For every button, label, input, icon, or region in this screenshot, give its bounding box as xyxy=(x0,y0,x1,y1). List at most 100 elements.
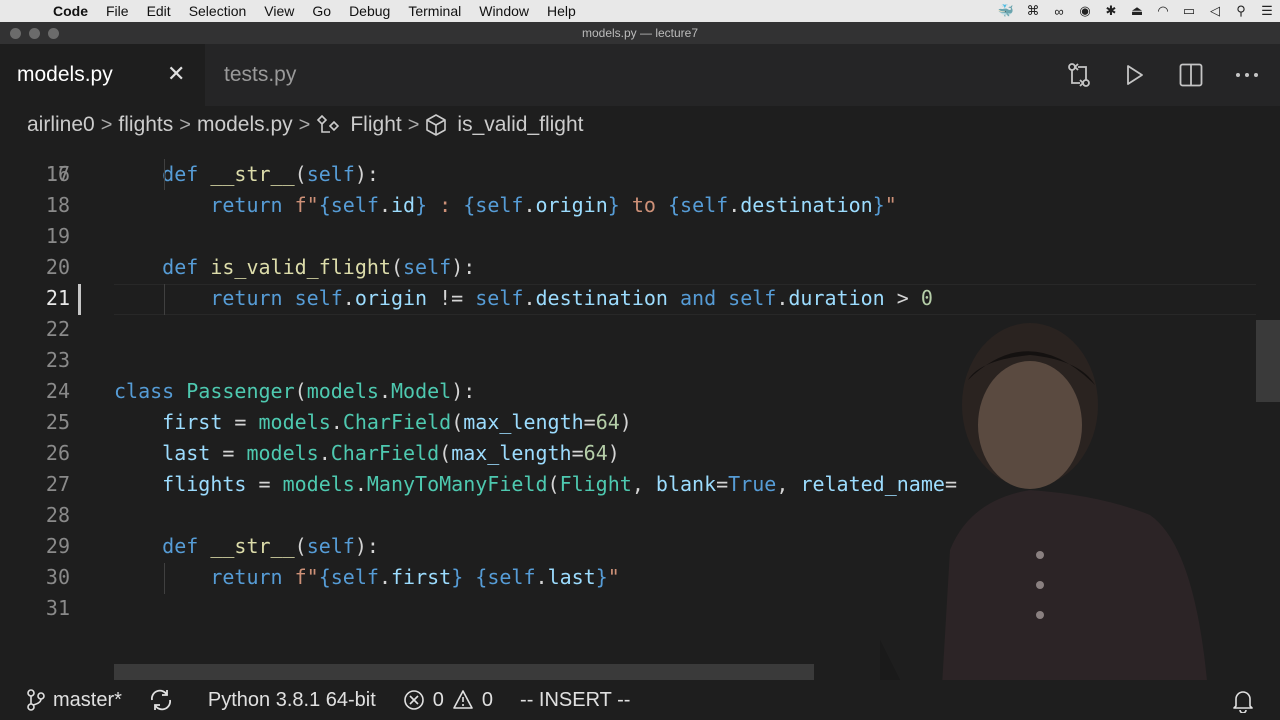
code-token: } xyxy=(595,565,608,589)
code-token: . xyxy=(535,565,548,589)
line-number: 21 xyxy=(45,286,70,310)
bell-icon xyxy=(1233,691,1253,714)
menu-code[interactable]: Code xyxy=(44,3,97,19)
problems-indicator[interactable]: 0 0 xyxy=(403,689,493,712)
code-line[interactable]: 19 xyxy=(0,221,1256,252)
error-icon xyxy=(403,690,424,710)
line-number: 25 xyxy=(45,410,70,434)
source-control-compare-icon[interactable] xyxy=(1066,60,1092,90)
notifications-button[interactable] xyxy=(1232,689,1254,719)
code-token: __str__ xyxy=(210,534,295,558)
text-cursor xyxy=(78,284,81,315)
code-token: class xyxy=(114,379,175,403)
volume-icon[interactable]: ◁ xyxy=(1208,3,1222,19)
python-interpreter[interactable]: Python 3.8.1 64-bit xyxy=(208,689,376,712)
run-icon[interactable] xyxy=(1122,60,1148,90)
code-token: . xyxy=(354,472,367,496)
code-token: f" xyxy=(294,193,319,217)
breadcrumb-separator: > xyxy=(407,113,420,136)
vim-mode-label: -- INSERT -- xyxy=(520,688,631,711)
close-window-icon[interactable] xyxy=(10,28,21,39)
line-number: 26 xyxy=(45,441,70,465)
code-line[interactable]: 20 def is_valid_flight(self): xyxy=(0,252,1256,283)
breadcrumb-item-airline0[interactable]: airline0 xyxy=(27,113,95,137)
menu-view[interactable]: View xyxy=(255,3,303,19)
code-token: self xyxy=(487,565,536,589)
line-number: 18 xyxy=(45,193,70,217)
list-icon[interactable]: ☰ xyxy=(1260,3,1274,19)
editor-tab-bar: models.py ✕ tests.py xyxy=(0,44,1280,106)
close-icon[interactable]: ✕ xyxy=(167,62,185,86)
glasses-icon[interactable]: ∞ xyxy=(1052,4,1066,19)
menu-selection[interactable]: Selection xyxy=(180,3,256,19)
code-token: ManyToManyField xyxy=(366,472,548,496)
search-icon[interactable]: ⚲ xyxy=(1234,3,1248,19)
wifi-icon[interactable]: ◠ xyxy=(1156,3,1170,19)
code-token: ( xyxy=(294,379,307,403)
menu-window[interactable]: Window xyxy=(470,3,538,19)
interpreter-label: Python 3.8.1 64-bit xyxy=(207,688,376,711)
code-token: self xyxy=(680,193,729,217)
line-number: 22 xyxy=(45,317,70,341)
git-branch-icon xyxy=(27,689,45,711)
menu-debug[interactable]: Debug xyxy=(340,3,399,19)
shirt-button xyxy=(1036,551,1044,559)
code-token: def xyxy=(162,255,199,279)
code-token: = xyxy=(246,472,283,496)
command-icon[interactable]: ⌘ xyxy=(1026,3,1040,19)
code-text: def __str__(self): xyxy=(114,159,379,190)
code-token: self xyxy=(330,193,379,217)
bluetooth-icon[interactable]: ✱ xyxy=(1104,3,1118,19)
code-line[interactable]: 18 return f"{self.id} : {self.origin} to… xyxy=(0,190,1256,221)
code-token: models xyxy=(246,441,319,465)
code-token: . xyxy=(378,379,391,403)
horizontal-scrollbar[interactable] xyxy=(114,664,814,680)
code-token: ): xyxy=(354,534,379,558)
code-token: . xyxy=(378,565,391,589)
menu-edit[interactable]: Edit xyxy=(138,3,180,19)
code-token: ( xyxy=(547,472,560,496)
line-number: 17 xyxy=(45,162,70,186)
code-token: self xyxy=(475,193,524,217)
vim-mode: -- INSERT -- xyxy=(520,689,630,712)
code-token: self xyxy=(306,162,355,186)
line-number: 30 xyxy=(45,565,70,589)
code-token: blank xyxy=(655,472,717,496)
code-token: first xyxy=(162,410,223,434)
code-token: , xyxy=(776,472,801,496)
minimize-window-icon[interactable] xyxy=(29,28,40,39)
menu-help[interactable]: Help xyxy=(538,3,585,19)
menu-file[interactable]: File xyxy=(97,3,138,19)
sync-button[interactable] xyxy=(149,689,181,711)
battery-icon[interactable]: ▭ xyxy=(1182,3,1196,19)
code-token: def xyxy=(162,162,199,186)
zoom-window-icon[interactable] xyxy=(48,28,59,39)
code-token: { xyxy=(318,565,331,589)
code-token: { xyxy=(463,193,476,217)
tab-models-py[interactable]: models.py ✕ xyxy=(0,44,205,106)
code-token: models xyxy=(306,379,379,403)
docker-icon[interactable]: 🐳 xyxy=(998,3,1014,19)
code-token: , xyxy=(631,472,656,496)
branch-indicator[interactable]: master* xyxy=(27,689,122,712)
breadcrumb-item-is-valid-flight[interactable]: is_valid_flight xyxy=(457,113,583,137)
breadcrumb-item-models-py[interactable]: models.py xyxy=(197,113,293,137)
code-line[interactable]: 17 def __str__(self): xyxy=(0,159,1256,190)
breadcrumb-item-flight[interactable]: Flight xyxy=(350,113,401,137)
menu-go[interactable]: Go xyxy=(303,3,340,19)
code-token: } xyxy=(415,193,428,217)
more-icon[interactable] xyxy=(1234,60,1260,90)
eject-icon[interactable]: ⏏ xyxy=(1130,3,1144,19)
tab-tests-py[interactable]: tests.py xyxy=(205,44,355,106)
media-icon[interactable]: ◉ xyxy=(1078,3,1092,19)
breadcrumb-item-flights[interactable]: flights xyxy=(118,113,173,137)
menu-terminal[interactable]: Terminal xyxy=(399,3,470,19)
code-token: . xyxy=(378,193,391,217)
split-editor-icon[interactable] xyxy=(1178,60,1204,90)
code-token: = xyxy=(210,441,247,465)
tab-label: models.py xyxy=(17,63,113,86)
